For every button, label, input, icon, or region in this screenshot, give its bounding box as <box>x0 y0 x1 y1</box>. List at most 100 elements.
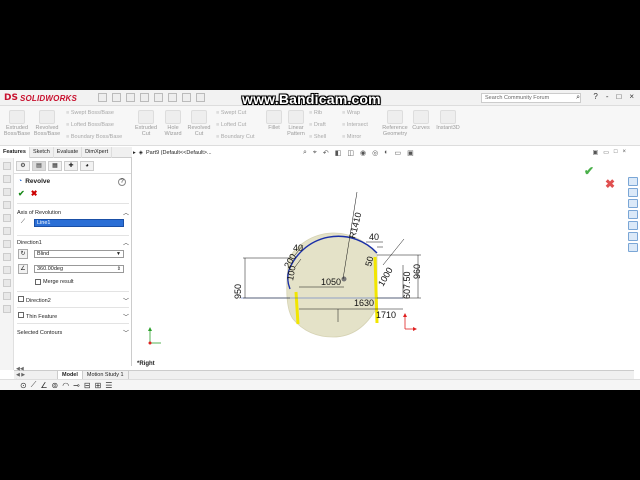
configuration-icon[interactable]: ▦ <box>48 161 62 171</box>
rebuild-icon[interactable] <box>182 93 191 102</box>
line-tool-icon[interactable] <box>3 175 11 183</box>
fillet-button[interactable]: Fillet <box>263 110 285 131</box>
help-button[interactable]: ? <box>593 92 597 101</box>
dim-40-top[interactable]: 40 <box>369 232 379 242</box>
thin-feature-checkbox[interactable] <box>18 312 24 318</box>
linear-pattern-button[interactable]: Linear Pattern <box>285 110 307 137</box>
home-icon[interactable] <box>628 177 638 186</box>
help-icon[interactable]: ? <box>118 178 126 186</box>
custom-properties-icon[interactable] <box>628 243 638 252</box>
point-icon[interactable]: ⊚ <box>51 381 58 390</box>
revolved-cut-button[interactable]: Revolved Cut <box>186 110 212 137</box>
line-icon[interactable]: ⟋ <box>31 380 37 390</box>
hole-wizard-button[interactable]: Hole Wizard <box>160 110 186 137</box>
options-icon[interactable] <box>196 93 205 102</box>
trim-icon[interactable]: ⊸ <box>73 381 80 390</box>
open-file-icon[interactable] <box>112 93 121 102</box>
merge-result-checkbox[interactable] <box>35 279 41 285</box>
view-palette-icon[interactable] <box>628 221 638 230</box>
model-sketch-canvas[interactable]: R1410 40 40 200 100 50 1000 1050 1630 17… <box>133 147 626 370</box>
tab-dimxpert[interactable]: DimXpert <box>82 147 113 158</box>
rectangle-tool-icon[interactable] <box>3 188 11 196</box>
dim-1630[interactable]: 1630 <box>354 298 374 308</box>
chevron-down-icon[interactable]: ﹀ <box>123 312 129 321</box>
shell-button[interactable]: Shell <box>309 134 326 140</box>
circle-tool-icon[interactable] <box>3 201 11 209</box>
chevron-down-icon[interactable]: ﹀ <box>123 296 129 305</box>
angle-icon[interactable]: ∠ <box>40 381 47 390</box>
tab-sketch[interactable]: Sketch <box>30 147 54 158</box>
spinner-icon[interactable]: ⇕ <box>117 266 121 273</box>
reference-geometry-button[interactable]: Reference Geometry <box>380 110 410 137</box>
dim-607-50[interactable]: 607.50 <box>402 271 412 299</box>
grid-icon[interactable]: ⊞ <box>95 381 102 390</box>
pattern-icon[interactable]: ⊟ <box>84 381 91 390</box>
dimxpert-icon[interactable]: ✚ <box>64 161 78 171</box>
revolved-boss-button[interactable]: Revolved Boss/Base <box>33 110 61 137</box>
collapse-icon[interactable]: ︿ <box>123 238 129 247</box>
tab-features[interactable]: Features <box>0 147 30 158</box>
direction1-section[interactable]: Direction1 ︿ <box>17 238 129 248</box>
dim-1000[interactable]: 1000 <box>376 266 395 288</box>
sketch-tool-icon[interactable] <box>3 162 11 170</box>
maximize-button[interactable]: □ <box>616 92 621 101</box>
appearances-icon[interactable] <box>628 232 638 241</box>
collapse-icon[interactable]: ︿ <box>123 208 129 217</box>
boundary-boss-button[interactable]: Boundary Boss/Base <box>66 134 122 140</box>
draft-button[interactable]: Draft <box>309 122 326 128</box>
axis-selection-field[interactable]: Line1 <box>34 219 124 227</box>
display-manager-icon[interactable]: ◕ <box>80 161 94 171</box>
search-box[interactable]: Search Community Forum ⌕ <box>481 93 581 103</box>
lofted-boss-button[interactable]: Lofted Boss/Base <box>66 122 114 128</box>
swept-cut-button[interactable]: Swept Cut <box>216 110 246 116</box>
axis-of-revolution-section[interactable]: Axis of Revolution ︿ <box>17 208 129 218</box>
menu-icon[interactable]: ☰ <box>105 381 112 390</box>
circle-icon[interactable]: ⊙ <box>20 381 27 390</box>
file-explorer-icon[interactable] <box>628 210 638 219</box>
print-icon[interactable] <box>140 93 149 102</box>
dim-950[interactable]: 950 <box>233 284 243 299</box>
lofted-cut-button[interactable]: Lofted Cut <box>216 122 246 128</box>
relations-tool-icon[interactable] <box>3 292 11 300</box>
cancel-button[interactable]: ✖ <box>31 189 38 198</box>
feature-tree-icon[interactable]: ⚙ <box>16 161 30 171</box>
end-condition-select[interactable]: Blind ▼ <box>34 250 124 258</box>
property-manager-icon[interactable]: ▤ <box>32 161 46 171</box>
instant3d-button[interactable]: Instant3D <box>434 110 462 131</box>
select-icon[interactable] <box>168 93 177 102</box>
arc-tool-icon[interactable] <box>3 214 11 222</box>
graphics-viewport[interactable]: ▸ ◈ Part9 (Default<<Default>... ⌕ ⌖ ↶ ◧ … <box>133 147 626 370</box>
rib-button[interactable]: Rib <box>309 110 322 116</box>
mirror-button[interactable]: Mirror <box>342 134 361 140</box>
dim-960[interactable]: 960 <box>412 264 422 279</box>
selected-contours-section[interactable]: Selected Contours ﹀ <box>17 328 129 338</box>
dim-1050[interactable]: 1050 <box>321 277 341 287</box>
search-input[interactable]: Search Community Forum <box>485 95 576 101</box>
dim-40-left[interactable]: 40 <box>293 243 303 253</box>
curves-button[interactable]: Curves <box>410 110 432 131</box>
swept-boss-button[interactable]: Swept Boss/Base <box>66 110 114 116</box>
new-file-icon[interactable] <box>98 93 107 102</box>
dimension-tool-icon[interactable] <box>3 305 11 313</box>
magnifier-icon[interactable]: ⌕ <box>576 94 580 102</box>
resources-icon[interactable] <box>628 188 638 197</box>
design-library-icon[interactable] <box>628 199 638 208</box>
direction2-checkbox[interactable] <box>18 296 24 302</box>
dim-1710[interactable]: 1710 <box>376 310 396 320</box>
chevron-down-icon[interactable]: ﹀ <box>123 328 129 337</box>
offset-tool-icon[interactable] <box>3 253 11 261</box>
angle-input[interactable]: 360.00deg ⇕ <box>34 265 124 273</box>
boundary-cut-button[interactable]: Boundary Cut <box>216 134 255 140</box>
intersect-button[interactable]: Intersect <box>342 122 368 128</box>
extruded-cut-button[interactable]: Extruded Cut <box>132 110 160 137</box>
mirror-tool-icon[interactable] <box>3 266 11 274</box>
wrap-button[interactable]: Wrap <box>342 110 360 116</box>
trim-tool-icon[interactable] <box>3 240 11 248</box>
save-icon[interactable] <box>126 93 135 102</box>
pattern-tool-icon[interactable] <box>3 279 11 287</box>
tab-evaluate[interactable]: Evaluate <box>54 147 83 158</box>
close-button[interactable]: × <box>629 92 634 101</box>
ok-button[interactable]: ✔ <box>18 189 25 198</box>
chevron-down-icon[interactable]: ▼ <box>116 251 121 258</box>
dim-radius[interactable]: R1410 <box>347 211 363 239</box>
